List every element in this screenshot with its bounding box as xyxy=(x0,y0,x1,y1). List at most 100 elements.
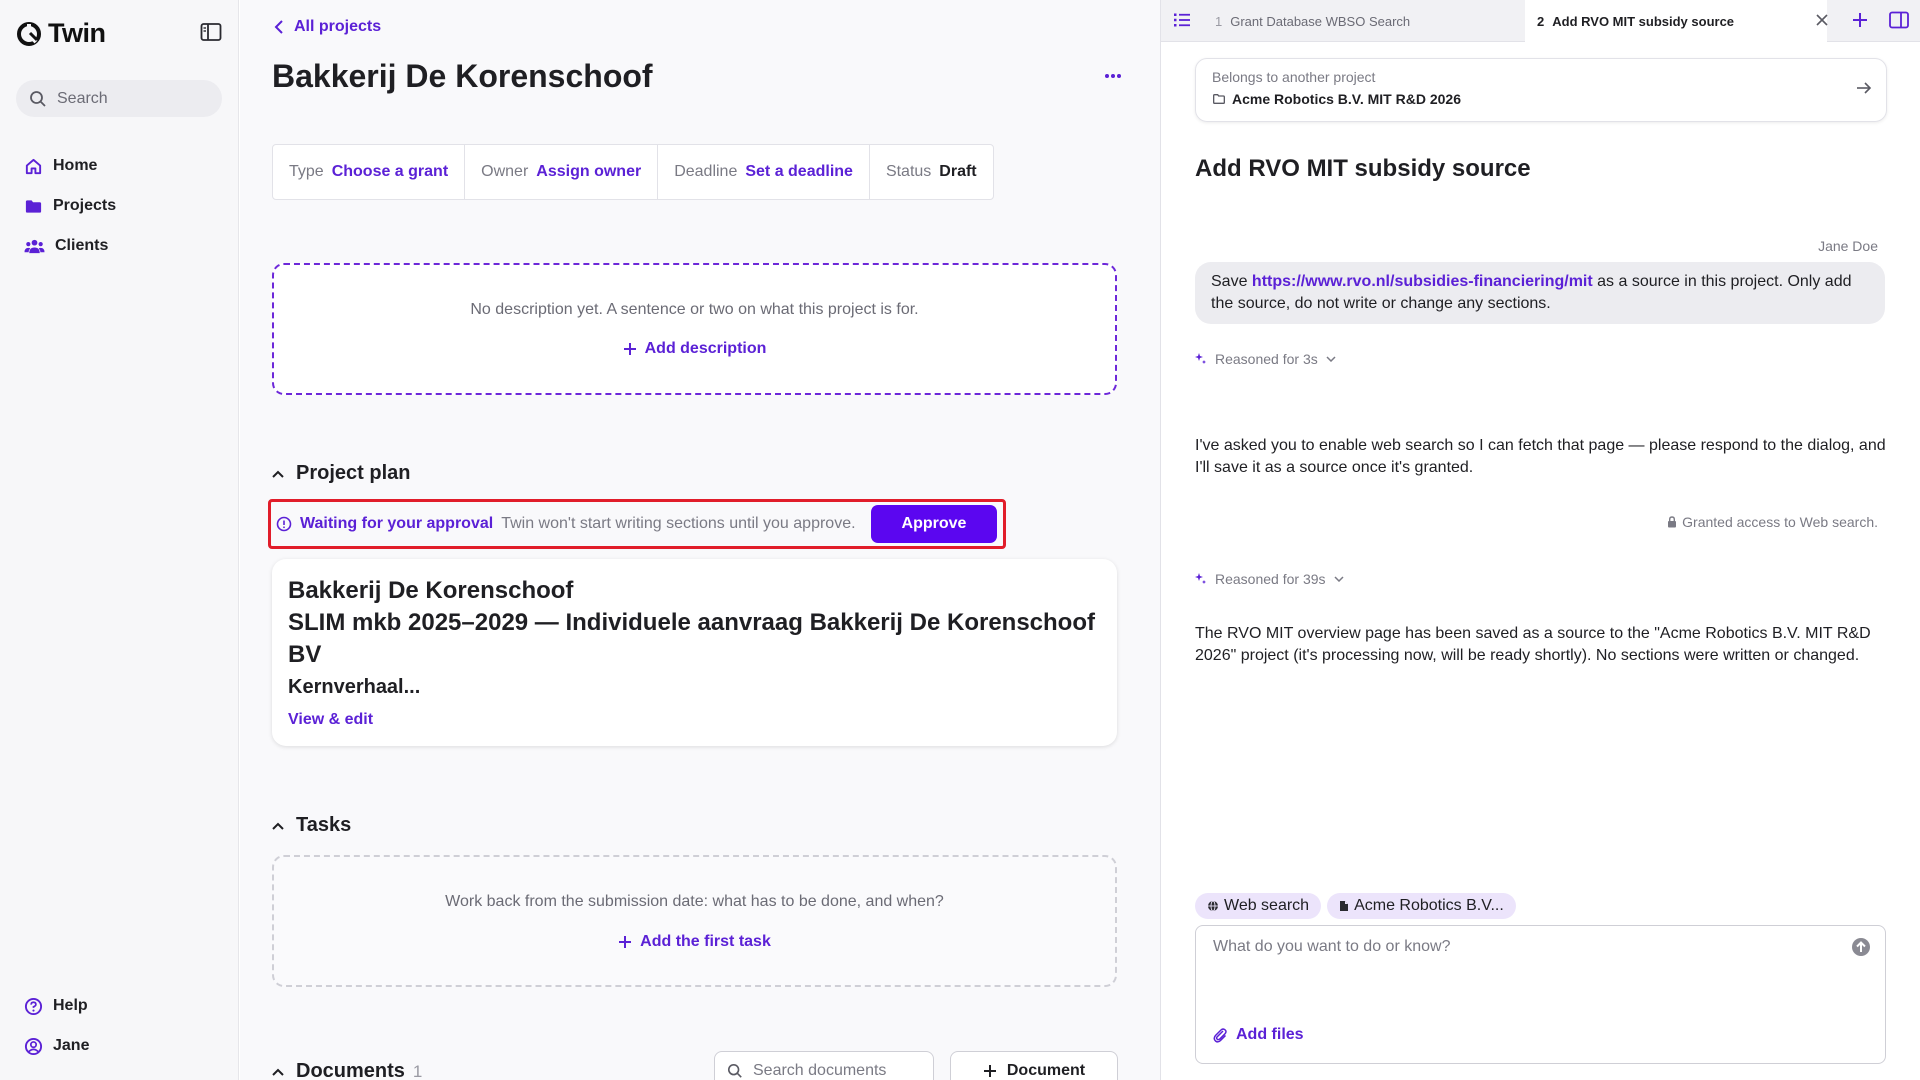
assistant-message-2: The RVO MIT overview page has been saved… xyxy=(1195,625,1871,664)
new-tab-button[interactable] xyxy=(1851,11,1869,29)
add-document-label: Document xyxy=(1006,1062,1086,1079)
plus-icon xyxy=(983,1065,996,1077)
meta-owner-label: Owner xyxy=(481,163,529,180)
sidebar-item-home[interactable]: Home xyxy=(16,149,222,183)
sidebar-item-label: Jane xyxy=(53,1037,90,1054)
folder-icon xyxy=(1213,94,1225,104)
project-main: All projects Bakkerij De Korenschoof Typ… xyxy=(240,0,1160,1080)
close-tab-button[interactable] xyxy=(1815,13,1829,27)
assistant-message-1: I've asked you to enable web search so I… xyxy=(1195,437,1886,476)
tab-add-rvo-mit[interactable]: 2 Add RVO MIT subsidy source xyxy=(1525,0,1827,42)
plan-subtitle: SLIM mkb 2025–2029 — Individuele aanvraa… xyxy=(288,609,1095,668)
project-plan-heading: Project plan xyxy=(296,462,411,484)
sidebar-item-label: Help xyxy=(53,997,88,1014)
approval-title: Waiting for your approval xyxy=(300,515,494,532)
tasks-empty-state: Work back from the submission date: what… xyxy=(272,855,1117,987)
chip-label: Web search xyxy=(1224,897,1310,914)
view-edit-link[interactable]: View & edit xyxy=(288,711,373,729)
add-first-task-label: Add the first task xyxy=(640,933,771,950)
arrow-up-circle-icon xyxy=(1852,938,1870,956)
project-plan-toggle[interactable]: Project plan xyxy=(272,462,410,485)
choose-grant-button[interactable]: Choose a grant xyxy=(332,163,448,181)
tab-bar: 1 Grant Database WBSO Search 2 Add RVO M… xyxy=(1161,0,1920,42)
sidebar-search-input[interactable]: Search xyxy=(16,80,222,117)
meta-status: Status Draft xyxy=(870,145,993,199)
documents-toggle[interactable]: Documents 1 xyxy=(272,1060,422,1080)
plan-title: Bakkerij De Korenschoof xyxy=(288,577,574,604)
add-files-label: Add files xyxy=(1236,1026,1304,1043)
split-view-button[interactable] xyxy=(1889,11,1909,29)
more-options-button[interactable] xyxy=(1098,66,1128,86)
user-message: Save https://www.rvo.nl/subsidies-financ… xyxy=(1195,262,1885,324)
back-link-label: All projects xyxy=(294,18,382,35)
app-name: Twin xyxy=(48,18,106,48)
more-horizontal-icon xyxy=(1105,74,1121,78)
sidebar-item-projects[interactable]: Projects xyxy=(16,189,222,223)
context-chips: Web search Acme Robotics B.V... xyxy=(1195,893,1516,919)
reasoning-toggle-1[interactable]: Reasoned for 3s xyxy=(1195,351,1336,367)
chevron-left-icon xyxy=(274,20,283,34)
tab-label: Add RVO MIT subsidy source xyxy=(1552,13,1735,29)
sparkle-icon xyxy=(1195,573,1206,584)
project-plan-card: Bakkerij De Korenschoof SLIM mkb 2025–20… xyxy=(272,559,1117,746)
add-files-button[interactable]: Add files xyxy=(1212,1026,1304,1044)
page-title: Bakkerij De Korenschoof xyxy=(272,58,653,94)
plan-excerpt: Kernverhaal... xyxy=(288,676,421,698)
sidebar-item-help[interactable]: Help xyxy=(16,989,222,1023)
source-url-link[interactable]: https://www.rvo.nl/subsidies-financierin… xyxy=(1252,273,1593,290)
send-button[interactable] xyxy=(1851,937,1871,957)
chevron-up-icon xyxy=(272,822,284,830)
add-first-task-button[interactable]: Add the first task xyxy=(618,933,771,951)
app-logo[interactable]: Twin xyxy=(16,18,106,49)
home-icon xyxy=(25,158,42,174)
twin-logo-icon xyxy=(17,21,41,46)
reasoning-label: Reasoned for 3s xyxy=(1215,351,1318,367)
permission-note: Granted access to Web search. xyxy=(1667,514,1878,530)
documents-heading: Documents xyxy=(296,1060,405,1080)
sparkle-icon xyxy=(1195,353,1206,364)
meta-owner: Owner Assign owner xyxy=(465,145,659,199)
reasoning-label: Reasoned for 39s xyxy=(1215,571,1326,587)
sidebar-search-placeholder: Search xyxy=(57,89,108,107)
reasoning-toggle-2[interactable]: Reasoned for 39s xyxy=(1195,571,1344,587)
help-icon xyxy=(24,997,43,1015)
sidebar-item-clients[interactable]: Clients xyxy=(16,229,222,263)
arrow-right-icon xyxy=(1857,82,1872,94)
add-description-button[interactable]: Add description xyxy=(623,340,766,358)
search-icon xyxy=(727,1063,742,1078)
documents-search-placeholder: Search documents xyxy=(753,1062,887,1079)
documents-search-input[interactable]: Search documents xyxy=(714,1051,934,1080)
description-empty-state: No description yet. A sentence or two on… xyxy=(272,263,1117,395)
meta-deadline: Deadline Set a deadline xyxy=(658,145,870,199)
user-icon xyxy=(24,1037,43,1055)
tab-grant-database[interactable]: 1 Grant Database WBSO Search xyxy=(1203,0,1525,42)
approve-button[interactable]: Approve xyxy=(871,505,997,543)
sidebar-item-account[interactable]: Jane xyxy=(16,1029,222,1063)
set-deadline-button[interactable]: Set a deadline xyxy=(745,163,853,181)
close-icon xyxy=(1816,14,1828,26)
message-input[interactable] xyxy=(1213,938,1813,956)
plus-icon xyxy=(1853,13,1867,27)
plus-icon xyxy=(623,343,636,355)
list-icon xyxy=(1174,13,1190,27)
description-empty-text: No description yet. A sentence or two on… xyxy=(470,301,919,318)
meta-type-label: Type xyxy=(289,163,324,180)
web-search-chip[interactable]: Web search xyxy=(1195,893,1322,919)
documents-count: 1 xyxy=(412,1061,423,1080)
tasks-toggle[interactable]: Tasks xyxy=(272,814,351,837)
project-meta-bar: Type Choose a grant Owner Assign owner D… xyxy=(272,144,994,200)
project-context-chip[interactable]: Acme Robotics B.V... xyxy=(1327,893,1516,919)
message-composer: Add files xyxy=(1195,925,1886,1064)
assign-owner-button[interactable]: Assign owner xyxy=(536,163,641,181)
other-project-card[interactable]: Belongs to another project Acme Robotics… xyxy=(1195,58,1887,122)
approval-banner: Waiting for your approval Twin won't sta… xyxy=(268,499,1006,549)
all-projects-link[interactable]: All projects xyxy=(274,18,381,36)
other-project-name: Acme Robotics B.V. MIT R&D 2026 xyxy=(1232,91,1461,107)
paperclip-icon xyxy=(1213,1028,1227,1043)
add-document-button[interactable]: Document xyxy=(950,1051,1118,1080)
chip-label: Acme Robotics B.V... xyxy=(1354,897,1504,914)
sidebar-toggle-button[interactable] xyxy=(200,22,224,44)
tab-list-button[interactable] xyxy=(1173,11,1191,29)
tab-label: Grant Database WBSO Search xyxy=(1230,13,1411,29)
permission-text: Granted access to Web search. xyxy=(1682,514,1878,530)
